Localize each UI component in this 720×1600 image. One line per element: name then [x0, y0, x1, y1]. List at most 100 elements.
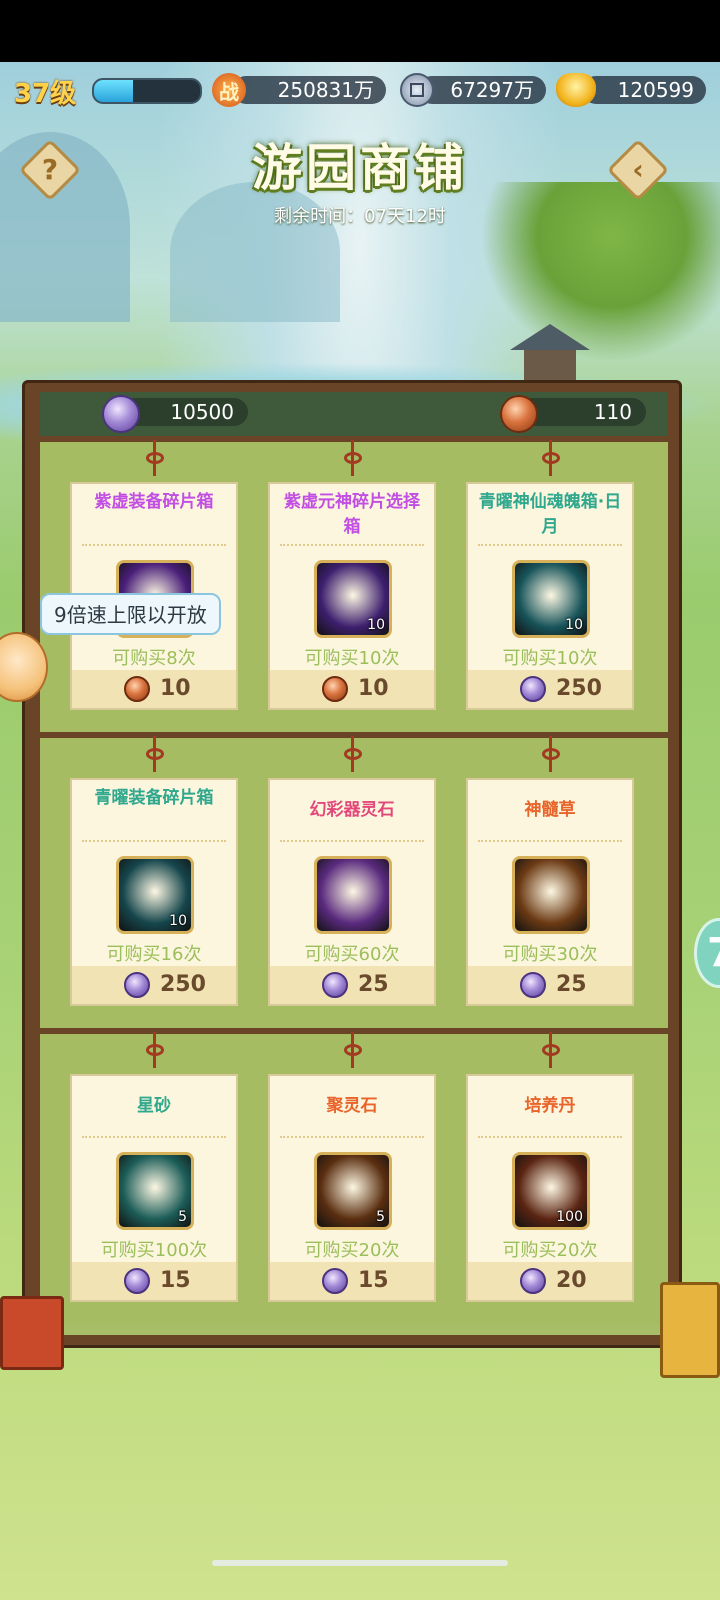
shop-item-card[interactable]: 青曜装备碎片箱 10 可购买16次 250 — [70, 736, 238, 1006]
item-quantity: 10 — [367, 617, 385, 633]
hanging-knot — [146, 736, 164, 772]
buy-button[interactable]: 15 — [72, 1262, 236, 1300]
copper-token-icon — [124, 676, 150, 702]
hanging-knot — [146, 1032, 164, 1068]
level-progress-fill — [94, 80, 134, 102]
silver-coin-icon — [400, 73, 434, 107]
item-quantity: 5 — [376, 1209, 385, 1225]
purchase-limit: 可购买100次 — [100, 1240, 208, 1261]
item-price: 25 — [358, 972, 389, 997]
shop-item-card[interactable]: 培养丹 100 可购买20次 20 — [466, 1032, 634, 1302]
divider — [82, 1136, 226, 1138]
question-icon: ? — [41, 153, 59, 186]
shop-item-card[interactable]: 星砂 5 可购买100次 15 — [70, 1032, 238, 1302]
purple-token-icon — [322, 1268, 348, 1294]
spirit-gathering-stone-icon[interactable]: 5 — [314, 1152, 392, 1230]
cyan-equipment-chest-icon[interactable]: 10 — [116, 856, 194, 934]
divider — [280, 544, 424, 546]
purple-spirit-chest-icon[interactable]: 10 — [314, 560, 392, 638]
hanging-knot — [344, 1032, 362, 1068]
speed-tooltip: 9倍速上限以开放 — [40, 593, 221, 635]
item-price: 15 — [358, 1268, 389, 1293]
item-quantity: 10 — [169, 913, 187, 929]
purple-token-icon — [124, 1268, 150, 1294]
item-price: 10 — [358, 676, 389, 701]
purchase-limit: 可购买20次 — [304, 1240, 400, 1261]
home-indicator — [212, 1560, 508, 1566]
gold-ingot-value: 120599 — [582, 76, 706, 104]
purchase-limit: 可购买10次 — [304, 648, 400, 669]
remaining-time: 剩余时间：07天12时 — [274, 206, 446, 227]
combat-power-value: 250831万 — [232, 76, 386, 104]
item-quantity: 100 — [556, 1209, 583, 1225]
shop-item-card[interactable]: 幻彩器灵石可购买60次 25 — [268, 736, 436, 1006]
item-name: 聚灵石 — [326, 1096, 378, 1116]
purple-token-icon — [520, 972, 546, 998]
hanging-knot — [542, 1032, 560, 1068]
purchase-limit: 可购买30次 — [502, 944, 598, 965]
silver-coin-value: 67297万 — [418, 76, 546, 104]
gift-box-left[interactable] — [0, 1296, 64, 1370]
hanging-knot — [344, 736, 362, 772]
buy-button[interactable]: 20 — [468, 1262, 632, 1300]
item-price: 25 — [556, 972, 587, 997]
divider — [280, 840, 424, 842]
buy-button[interactable]: 15 — [270, 1262, 434, 1300]
purple-token-icon — [102, 395, 140, 433]
item-price: 250 — [160, 972, 206, 997]
divider — [478, 840, 622, 842]
item-price: 10 — [160, 676, 191, 701]
buy-button[interactable]: 250 — [72, 966, 236, 1004]
cyan-immortal-soul-chest-icon[interactable]: 10 — [512, 560, 590, 638]
rainbow-spirit-stone-icon[interactable] — [314, 856, 392, 934]
combat-power-icon: 战 — [212, 73, 246, 107]
buy-button[interactable]: 25 — [270, 966, 434, 1004]
purple-token-icon — [520, 1268, 546, 1294]
purchase-limit: 可购买60次 — [304, 944, 400, 965]
purple-token-icon — [520, 676, 546, 702]
item-price: 20 — [556, 1268, 587, 1293]
item-name: 培养丹 — [524, 1096, 576, 1116]
item-name: 紫虚装备碎片箱 — [94, 492, 214, 512]
hanging-knot — [542, 736, 560, 772]
shop-item-card[interactable]: 紫虚元神碎片选择箱 10 可购买10次 10 — [268, 440, 436, 710]
item-quantity: 5 — [178, 1209, 187, 1225]
purchase-limit: 可购买20次 — [502, 1240, 598, 1261]
divider — [478, 544, 622, 546]
purchase-limit: 可购买10次 — [502, 648, 598, 669]
buy-button[interactable]: 25 — [468, 966, 632, 1004]
purple-token-icon — [322, 972, 348, 998]
item-name: 幻彩器灵石 — [309, 800, 395, 820]
hanging-knot — [344, 440, 362, 476]
divider — [280, 1136, 424, 1138]
shop-item-card[interactable]: 青曜神仙魂魄箱·日月 10 可购买10次 250 — [466, 440, 634, 710]
item-price: 250 — [556, 676, 602, 701]
shop-item-card[interactable]: 神髓草可购买30次 25 — [466, 736, 634, 1006]
shop-item-card[interactable]: 聚灵石 5 可购买20次 15 — [268, 1032, 436, 1302]
purple-token-icon — [124, 972, 150, 998]
divider — [82, 840, 226, 842]
divine-herb-icon[interactable] — [512, 856, 590, 934]
item-quantity: 10 — [565, 617, 583, 633]
item-price: 15 — [160, 1268, 191, 1293]
player-level: 37级 — [14, 79, 77, 109]
back-arrow-icon: ‹ — [632, 153, 644, 186]
copper-token-icon — [500, 395, 538, 433]
buy-button[interactable]: 250 — [468, 670, 632, 708]
buy-button[interactable]: 10 — [72, 670, 236, 708]
divider — [82, 544, 226, 546]
item-name: 星砂 — [137, 1096, 171, 1116]
purchase-limit: 可购买16次 — [106, 944, 202, 965]
gift-box-right[interactable] — [660, 1282, 720, 1378]
hanging-knot — [146, 440, 164, 476]
divider — [478, 1136, 622, 1138]
buy-button[interactable]: 10 — [270, 670, 434, 708]
purchase-limit: 可购买8次 — [112, 648, 196, 669]
cultivation-pill-icon[interactable]: 100 — [512, 1152, 590, 1230]
gold-ingot-icon — [556, 73, 596, 107]
item-name: 青曜装备碎片箱 — [94, 788, 214, 808]
item-name: 青曜神仙魂魄箱·日月 — [478, 492, 622, 537]
star-sand-icon[interactable]: 5 — [116, 1152, 194, 1230]
item-name: 神髓草 — [524, 800, 576, 820]
level-progress-bar — [92, 78, 202, 104]
